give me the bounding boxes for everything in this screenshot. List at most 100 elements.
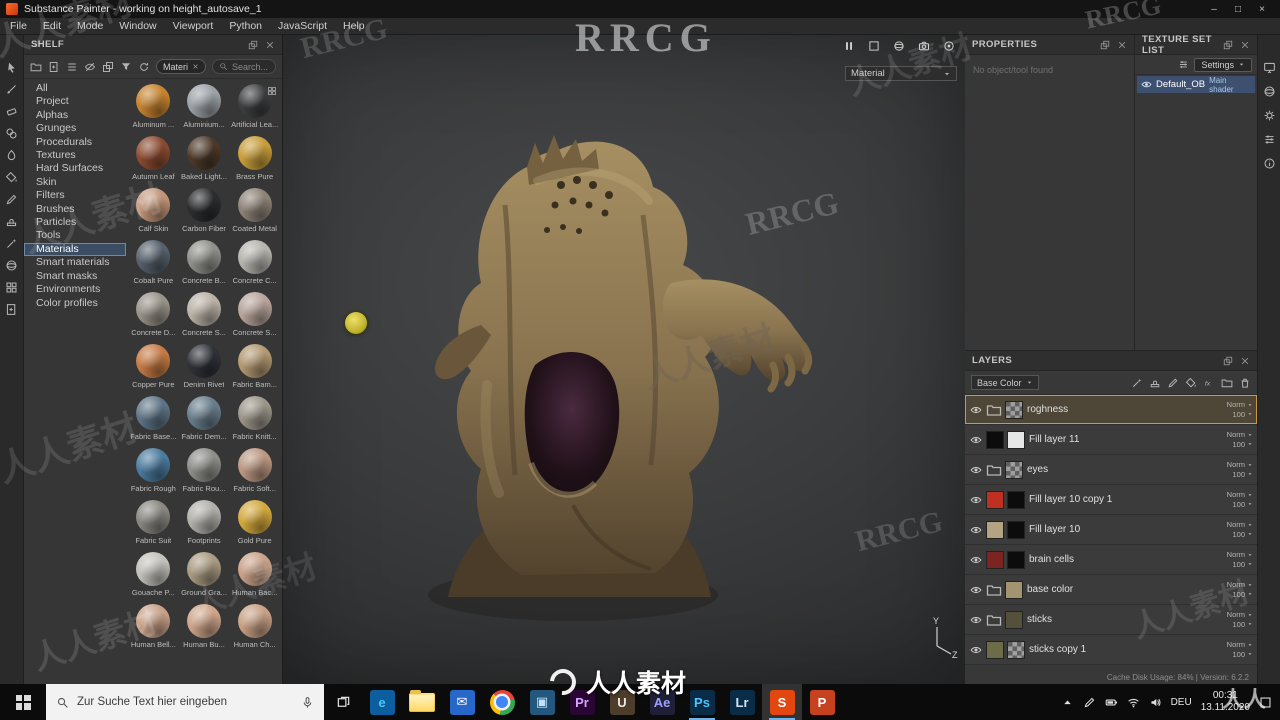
material-item[interactable]: Concrete S... (229, 292, 280, 343)
hidden-icons-chevron-icon[interactable] (1061, 696, 1074, 709)
menu-python[interactable]: Python (221, 20, 270, 32)
material-item[interactable]: Ground Gra... (179, 552, 230, 603)
layer-opacity[interactable]: 100 (1232, 590, 1253, 599)
taskbar-app-chrome[interactable] (482, 684, 522, 720)
fx-icon[interactable] (1203, 377, 1215, 389)
material-item[interactable]: Fabric Bam... (229, 344, 280, 395)
taskbar-app-mail[interactable]: ✉ (442, 684, 482, 720)
iris-icon[interactable] (943, 40, 955, 52)
wifi-icon[interactable] (1127, 696, 1140, 709)
layer-row[interactable]: brain cells Norm 100 (965, 545, 1257, 575)
clock[interactable]: 00:31 13.11.2020 (1201, 690, 1250, 715)
eyeoff-icon[interactable] (84, 61, 96, 73)
stamp-icon[interactable] (5, 215, 18, 228)
layer-opacity[interactable]: 100 (1232, 650, 1253, 659)
material-item[interactable]: Footprints (179, 500, 230, 551)
eye-icon[interactable] (970, 644, 982, 656)
material-item[interactable]: Calf Skin (128, 188, 179, 239)
action-center-icon[interactable] (1259, 696, 1272, 709)
menu-mode[interactable]: Mode (69, 20, 111, 32)
material-item[interactable]: Baked Light... (179, 136, 230, 187)
texture-set-settings-dropdown[interactable]: Settings (1194, 57, 1252, 72)
layer-row[interactable]: eyes Norm 100 (965, 455, 1257, 485)
close-panel-icon[interactable] (265, 40, 275, 50)
layer-opacity[interactable]: 100 (1232, 440, 1253, 449)
pen-icon[interactable] (1083, 696, 1096, 709)
shelf-category-tools[interactable]: Tools (24, 229, 126, 242)
shelf-category-smart-materials[interactable]: Smart materials (24, 256, 126, 269)
material-item[interactable]: Carbon Fiber (179, 188, 230, 239)
trash-icon[interactable] (1239, 377, 1251, 389)
layer-blend-mode[interactable]: Norm (1227, 461, 1253, 469)
material-item[interactable]: Aluminum ... (128, 84, 179, 135)
layer-opacity[interactable]: 100 (1232, 620, 1253, 629)
shelf-category-brushes[interactable]: Brushes (24, 203, 126, 216)
sliders-icon[interactable] (1263, 133, 1276, 146)
layer-blend-mode[interactable]: Norm (1227, 521, 1253, 529)
eye-icon[interactable] (1141, 79, 1152, 90)
channel-dropdown[interactable]: Base Color (971, 375, 1039, 390)
eye-icon[interactable] (970, 524, 982, 536)
menu-javascript[interactable]: JavaScript (270, 20, 335, 32)
layer-row[interactable]: Fill layer 10 Norm 100 (965, 515, 1257, 545)
material-item[interactable]: Gouache P... (128, 552, 179, 603)
material-item[interactable]: Fabric Knitt... (229, 396, 280, 447)
start-button[interactable] (0, 684, 46, 720)
dock-panel-icon[interactable] (1100, 40, 1110, 50)
shelf-category-project[interactable]: Project (24, 95, 126, 108)
layer-blend-mode[interactable]: Norm (1227, 641, 1253, 649)
menu-viewport[interactable]: Viewport (165, 20, 222, 32)
wand-icon[interactable] (1131, 377, 1143, 389)
layer-opacity[interactable]: 100 (1232, 410, 1253, 419)
layer-row[interactable]: Fill layer 11 Norm 100 (965, 425, 1257, 455)
bucket-icon[interactable] (5, 171, 18, 184)
eye-icon[interactable] (970, 494, 982, 506)
clone-icon[interactable] (5, 127, 18, 140)
eye-icon[interactable] (970, 554, 982, 566)
dock-icon[interactable] (102, 61, 114, 73)
minimize-button[interactable]: – (1202, 4, 1226, 15)
sphere-icon[interactable] (5, 259, 18, 272)
material-item[interactable]: Human Bac... (229, 552, 280, 603)
battery-icon[interactable] (1105, 696, 1118, 709)
material-item[interactable]: Concrete D... (128, 292, 179, 343)
layer-blend-mode[interactable]: Norm (1227, 491, 1253, 499)
sphere-icon[interactable] (1263, 85, 1276, 98)
eraser-icon[interactable] (5, 105, 18, 118)
shelf-category-materials[interactable]: Materials (24, 242, 126, 257)
material-item[interactable]: Human Ch... (229, 604, 280, 655)
material-item[interactable]: Cobalt Pure (128, 240, 179, 291)
menu-edit[interactable]: Edit (35, 20, 69, 32)
dock-panel-icon[interactable] (1223, 40, 1233, 50)
material-item[interactable]: Concrete B... (179, 240, 230, 291)
shelf-category-hard-surfaces[interactable]: Hard Surfaces (24, 162, 126, 175)
eye-icon[interactable] (970, 614, 982, 626)
taskbar-app-photoshop[interactable]: Ps (682, 684, 722, 720)
fileplus-icon[interactable] (5, 303, 18, 316)
axis-gizmo[interactable]: Y Z (925, 616, 959, 660)
taskbar-app-premiere[interactable]: Pr (562, 684, 602, 720)
folder-icon[interactable] (1221, 377, 1233, 389)
cursor-icon[interactable] (5, 61, 18, 74)
close-panel-icon[interactable] (1240, 356, 1250, 366)
dock-panel-icon[interactable] (248, 40, 258, 50)
material-item[interactable]: Human Bell... (128, 604, 179, 655)
material-item[interactable]: Fabric Soft... (229, 448, 280, 499)
list-icon[interactable] (66, 61, 78, 73)
grid-icon[interactable] (5, 281, 18, 294)
taskbar-search-input[interactable]: Zur Suche Text hier eingeben (46, 684, 324, 720)
close-panel-icon[interactable] (1240, 40, 1250, 50)
folder-icon[interactable] (30, 61, 42, 73)
shelf-category-color-profiles[interactable]: Color profiles (24, 297, 126, 310)
menu-window[interactable]: Window (111, 20, 164, 32)
material-item[interactable]: Copper Pure (128, 344, 179, 395)
layer-opacity[interactable]: 100 (1232, 560, 1253, 569)
cam-icon[interactable] (918, 40, 930, 52)
layer-row[interactable]: sticks Norm 100 (965, 605, 1257, 635)
texture-set-item[interactable]: Default_OB Main shader (1137, 76, 1255, 94)
pencil-icon[interactable] (1167, 377, 1179, 389)
maximize-button[interactable]: □ (1226, 4, 1250, 15)
bucket-icon[interactable] (1185, 377, 1197, 389)
material-item[interactable]: Fabric Rou... (179, 448, 230, 499)
layer-row[interactable]: roghness Norm 100 (965, 395, 1257, 425)
